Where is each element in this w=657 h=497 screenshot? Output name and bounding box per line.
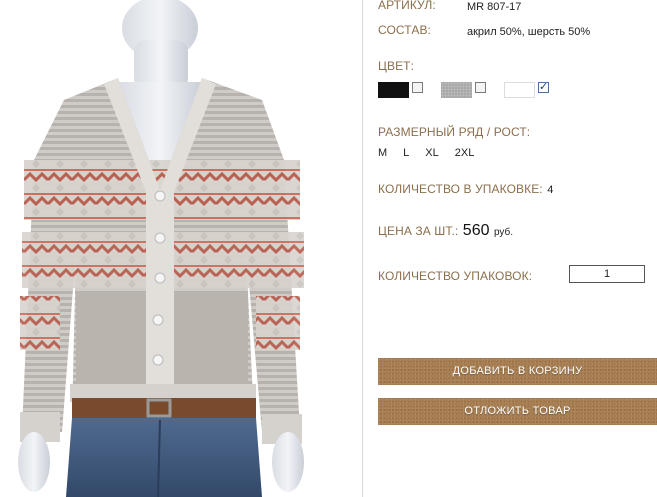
color-checkbox-black[interactable] bbox=[412, 82, 423, 93]
price-value: 560 bbox=[462, 222, 490, 239]
size-item: M bbox=[378, 147, 388, 159]
pack-qty-row: КОЛИЧЕСТВО В УПАКОВКЕ: 4 bbox=[378, 180, 553, 198]
add-to-cart-button[interactable]: ДОБАВИТЬ В КОРЗИНУ bbox=[378, 358, 657, 385]
article-row: АРТИКУЛ: bbox=[378, 0, 436, 14]
color-label: ЦВЕТ: bbox=[378, 59, 415, 73]
color-swatch-gray[interactable] bbox=[441, 82, 472, 98]
size-row: РАЗМЕРНЫЙ РЯД / РОСТ: bbox=[378, 123, 530, 141]
composition-label: СОСТАВ: bbox=[378, 23, 431, 37]
article-value-wrap: MR 807-17 bbox=[467, 0, 521, 15]
packs-row: КОЛИЧЕСТВО УПАКОВОК: bbox=[378, 267, 532, 285]
pack-qty-label: КОЛИЧЕСТВО В УПАКОВКЕ: bbox=[378, 182, 543, 196]
postpone-button[interactable]: ОТЛОЖИТЬ ТОВАР bbox=[378, 398, 657, 425]
size-list: M L XL 2XL bbox=[378, 143, 490, 161]
price-currency: руб. bbox=[493, 227, 514, 238]
product-photo bbox=[0, 0, 362, 497]
composition-row: СОСТАВ: bbox=[378, 21, 431, 39]
size-label: РАЗМЕРНЫЙ РЯД / РОСТ: bbox=[378, 125, 531, 139]
color-row: ЦВЕТ: bbox=[378, 57, 414, 75]
size-item: L bbox=[403, 147, 410, 159]
cardigan-mannequin-image bbox=[18, 0, 304, 497]
packs-quantity-input[interactable]: 1 bbox=[569, 265, 645, 283]
color-checkbox-gray[interactable] bbox=[475, 82, 486, 93]
price-row: ЦЕНА ЗА ШТ.: 560 руб. bbox=[378, 222, 513, 240]
color-checkbox-white[interactable] bbox=[538, 80, 549, 93]
price-label: ЦЕНА ЗА ШТ.: bbox=[378, 224, 459, 238]
pack-qty-value: 4 bbox=[547, 184, 554, 196]
composition-value-wrap: акрил 50%, шерсть 50% bbox=[467, 22, 590, 40]
color-swatch-white[interactable] bbox=[504, 82, 535, 98]
size-item: XL bbox=[425, 147, 439, 159]
vertical-divider bbox=[362, 0, 363, 497]
composition-value: акрил 50%, шерсть 50% bbox=[467, 26, 591, 38]
packs-label: КОЛИЧЕСТВО УПАКОВОК: bbox=[378, 269, 533, 283]
article-value: MR 807-17 bbox=[467, 1, 522, 13]
size-item: 2XL bbox=[454, 147, 475, 159]
article-label: АРТИКУЛ: bbox=[378, 0, 436, 12]
color-swatch-black[interactable] bbox=[378, 82, 409, 98]
